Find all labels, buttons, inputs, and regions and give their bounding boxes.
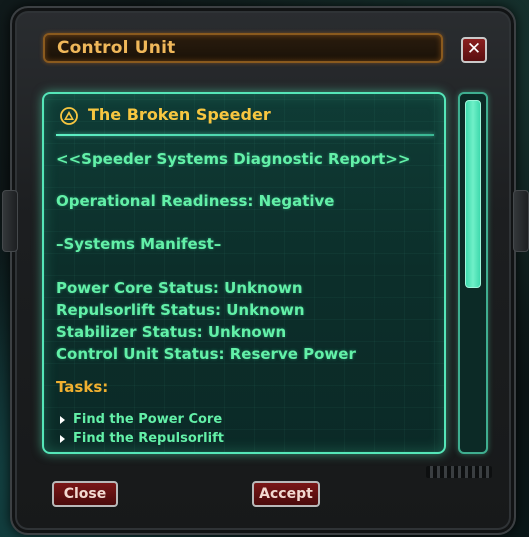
bullet-arrow-icon (60, 434, 65, 443)
power-core-status: Power Core Status: Unknown (56, 279, 303, 297)
close-icon[interactable]: ✕ (461, 37, 487, 63)
scrollbar[interactable] (458, 92, 488, 454)
mission-panel: The Broken Speeder <<Speeder Systems Dia… (42, 92, 446, 454)
control-unit-status: Control Unit Status: Reserve Power (56, 345, 356, 363)
side-bracket-left (2, 190, 18, 252)
task-label: Find the Repulsorlift (73, 431, 224, 446)
accept-button[interactable]: Accept (252, 481, 320, 507)
vent-decoration (426, 466, 492, 478)
window-title: Control Unit (57, 38, 176, 58)
side-bracket-right (513, 190, 529, 252)
mission-title: The Broken Speeder (88, 105, 271, 124)
report-heading: <<Speeder Systems Diagnostic Report>> (56, 150, 411, 168)
triangle-mission-icon (60, 107, 78, 125)
stabilizer-status: Stabilizer Status: Unknown (56, 323, 287, 341)
systems-manifest-heading: –Systems Manifest– (56, 235, 222, 253)
task-item[interactable]: Find the Repulsorlift (60, 431, 224, 446)
scrollbar-thumb[interactable] (465, 100, 481, 288)
tasks-heading: Tasks: (56, 378, 109, 396)
close-button[interactable]: Close (52, 481, 118, 507)
title-divider (56, 134, 434, 136)
repulsorlift-status: Repulsorlift Status: Unknown (56, 301, 305, 319)
operational-readiness: Operational Readiness: Negative (56, 192, 335, 210)
title-bar: Control Unit (43, 33, 443, 63)
task-item[interactable]: Find the Power Core (60, 412, 222, 427)
bullet-arrow-icon (60, 415, 65, 424)
task-label: Find the Power Core (73, 412, 223, 427)
